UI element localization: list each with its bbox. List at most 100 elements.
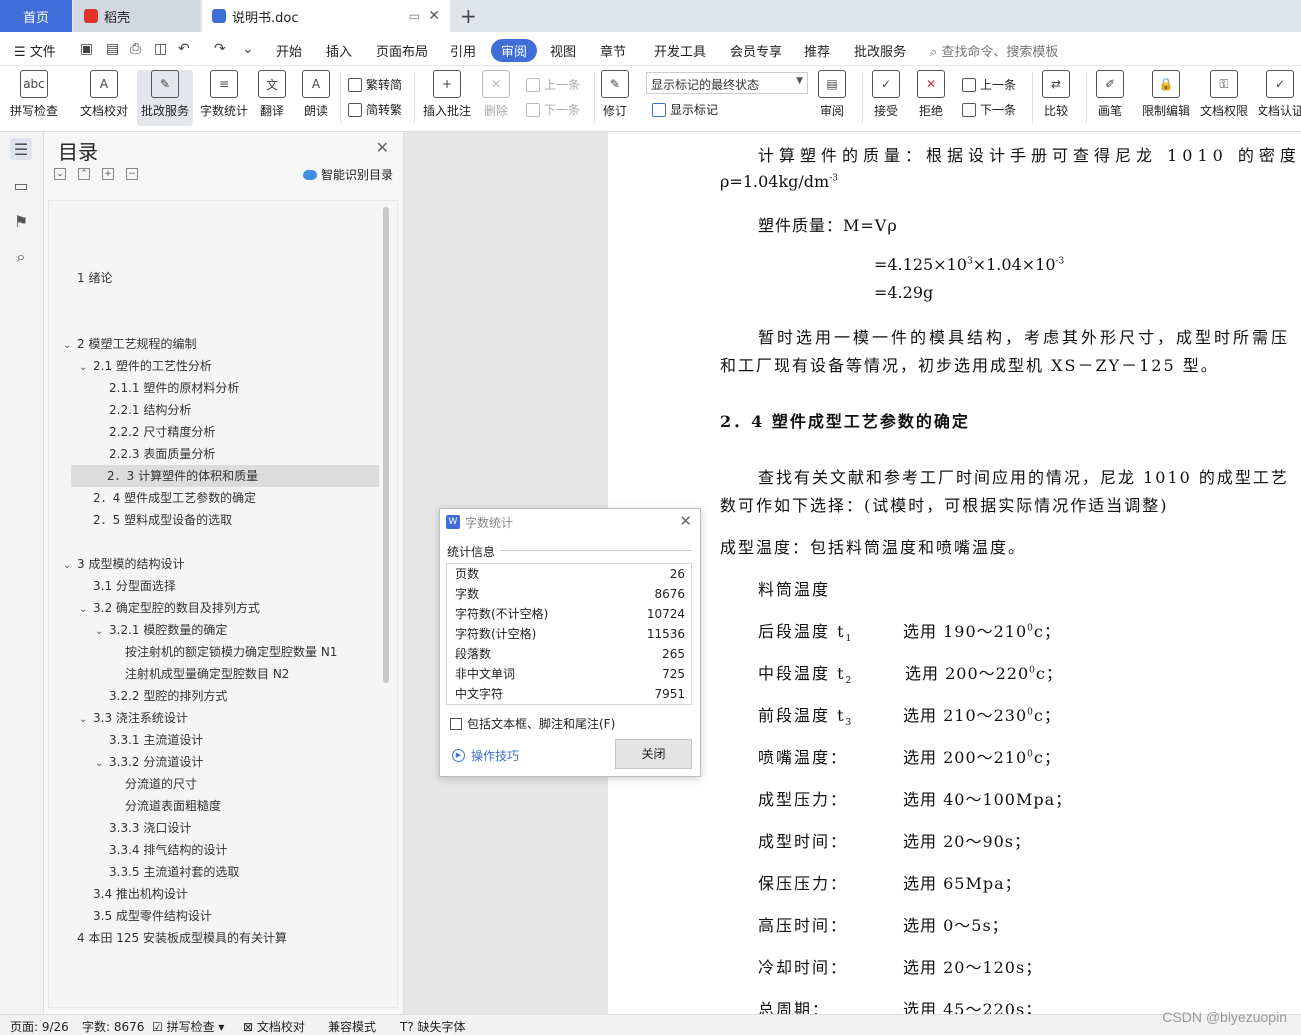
toc-item[interactable]: 1 绪论	[63, 267, 112, 289]
file-menu[interactable]: ☰ 文件	[14, 41, 56, 60]
expand-all-icon[interactable]: ⌃	[78, 168, 90, 180]
toc-item[interactable]: 2.1.1 塑件的原材料分析	[95, 377, 239, 399]
missing-font-status[interactable]: T? 缺失字体	[400, 1018, 466, 1035]
accept-button[interactable]: ✓ 接受	[872, 70, 900, 126]
toc-item[interactable]: 2．3 计算塑件的体积和质量	[71, 465, 379, 487]
word-count-button[interactable]: ≡ 字数统计	[200, 70, 248, 126]
dialog-titlebar[interactable]: W 字数统计 ✕	[440, 509, 700, 535]
undo-icon[interactable]: ↶	[178, 42, 194, 56]
trad-to-simp-button[interactable]: 繁转简	[348, 76, 402, 93]
next-comment-button[interactable]: 下一条	[526, 101, 580, 118]
simp-to-trad-button[interactable]: 简转繁	[348, 101, 402, 118]
more-chevron-icon[interactable]: ⌄	[242, 42, 258, 56]
proofread-status[interactable]: ⊠ 文档校对	[243, 1018, 305, 1035]
menu-layout[interactable]: 页面布局	[376, 41, 428, 60]
menu-developer[interactable]: 开发工具	[654, 41, 706, 60]
toc-item[interactable]: 分流道表面粗糙度	[111, 795, 221, 817]
prev-comment-button[interactable]: 上一条	[526, 76, 580, 93]
menu-references[interactable]: 引用	[450, 41, 476, 60]
toc-item[interactable]: 3.4 推出机构设计	[79, 883, 188, 905]
menu-insert[interactable]: 插入	[326, 41, 352, 60]
delete-comment-button[interactable]: ✕ 删除	[482, 70, 510, 126]
tips-link[interactable]: ▶ 操作技巧	[452, 747, 519, 764]
menu-start[interactable]: 开始	[276, 41, 302, 60]
chevron-down-icon[interactable]: ⌄	[63, 555, 77, 577]
toc-item[interactable]: ⌄ 3.3 浇注系统设计	[79, 707, 188, 729]
remove-item-icon[interactable]: −	[126, 168, 138, 180]
toc-scrollbar[interactable]	[383, 207, 389, 683]
reject-button[interactable]: ✕ 拒绝	[917, 70, 945, 126]
menu-chapter[interactable]: 章节	[600, 41, 626, 60]
restrict-editing-button[interactable]: 🔒 限制编辑	[1142, 70, 1190, 126]
menu-correction[interactable]: 批改服务	[854, 41, 906, 60]
close-button[interactable]: 关闭	[615, 739, 692, 769]
command-search[interactable]: ⌕ 查找命令、搜索模板	[930, 41, 1058, 60]
toc-item[interactable]: 分流道的尺寸	[111, 773, 197, 795]
chapter-nav-icon[interactable]: ▭	[10, 174, 32, 196]
correction-service-button[interactable]: ✎ 批改服务	[137, 70, 193, 126]
toc-item[interactable]: 2.2.2 尺寸精度分析	[95, 421, 215, 443]
tab-home[interactable]: 首页	[0, 0, 72, 32]
close-tab-icon[interactable]: ✕	[428, 8, 440, 24]
toc-item[interactable]: 3.3.4 排气结构的设计	[95, 839, 227, 861]
checkbox-box[interactable]	[450, 717, 462, 730]
chevron-down-icon[interactable]: ⌄	[79, 357, 93, 379]
export-pdf-icon[interactable]: ▤	[106, 42, 122, 56]
tab-document[interactable]: 说明书.doc ▭ ✕	[202, 0, 450, 32]
toc-item[interactable]: ⌄ 3 成型模的结构设计	[63, 553, 184, 575]
toc-item[interactable]: 2．5 塑料成型设备的选取	[79, 509, 232, 531]
document-permission-button[interactable]: ⚿ 文档权限	[1200, 70, 1248, 126]
toc-item[interactable]: ⌄ 3.3.2 分流道设计	[95, 751, 203, 773]
toc-item[interactable]: 3.5 成型零件结构设计	[79, 905, 212, 927]
translate-button[interactable]: 文翻译	[258, 70, 286, 126]
print-preview-icon[interactable]: ◫	[154, 42, 170, 56]
proofread-button[interactable]: A 文档校对	[80, 70, 128, 126]
spell-check-status[interactable]: ☑ 拼写检查 ▾	[152, 1018, 224, 1035]
toc-panel-icon[interactable]: ☰	[10, 138, 32, 160]
print-icon[interactable]: ⎙	[130, 42, 146, 56]
read-aloud-button[interactable]: A 朗读	[302, 70, 330, 126]
close-icon[interactable]: ✕	[376, 138, 389, 157]
add-item-icon[interactable]: +	[102, 168, 114, 180]
include-textbox-checkbox[interactable]: 包括文本框、脚注和尾注(F)	[450, 715, 615, 732]
page-indicator[interactable]: 页面: 9/26	[10, 1018, 69, 1035]
chevron-down-icon[interactable]: ⌄	[63, 335, 77, 357]
toc-item[interactable]: 2．4 塑件成型工艺参数的确定	[79, 487, 256, 509]
toc-item[interactable]: ⌄ 3.2 确定型腔的数目及排列方式	[79, 597, 260, 619]
next-change-button[interactable]: 下一条	[962, 101, 1016, 118]
chevron-down-icon[interactable]: ⌄	[79, 709, 93, 731]
toc-item[interactable]: 按注射机的额定锁模力确定型腔数量 N1	[111, 641, 337, 663]
toc-item[interactable]: 3.3.3 浇口设计	[95, 817, 191, 839]
word-count-indicator[interactable]: 字数: 8676	[82, 1018, 144, 1035]
redo-icon[interactable]: ↷	[214, 42, 230, 56]
chevron-down-icon[interactable]: ⌄	[95, 621, 109, 643]
toc-item[interactable]: 2.2.3 表面质量分析	[95, 443, 215, 465]
menu-view[interactable]: 视图	[550, 41, 576, 60]
toc-item[interactable]: 3.1 分型面选择	[79, 575, 176, 597]
toc-item[interactable]: 3.2.2 型腔的排列方式	[95, 685, 227, 707]
toc-item[interactable]: ⌄ 3.2.1 模腔数量的确定	[95, 619, 227, 641]
document-page[interactable]: 计算塑件的质量：根据设计手册可查得尼龙 1010 的密度 ρ=1.04kg/dm…	[608, 132, 1301, 1014]
menu-review[interactable]: 审阅	[491, 39, 538, 62]
toc-item[interactable]: 2.2.1 结构分析	[95, 399, 191, 421]
pen-button[interactable]: ✐ 画笔	[1096, 70, 1124, 126]
toc-item[interactable]: 4 本田 125 安装板成型模具的有关计算	[63, 927, 287, 949]
search-icon[interactable]: ⌕	[10, 246, 32, 268]
toc-item[interactable]: 注射机成型量确定型腔数目 N2	[111, 663, 289, 685]
toc-item[interactable]: 3.3.1 主流道设计	[95, 729, 203, 751]
document-certify-button[interactable]: ✓ 文档认证	[1259, 70, 1301, 126]
tab-daoke[interactable]: 稻壳	[74, 0, 200, 32]
new-tab-icon[interactable]: +	[460, 4, 477, 28]
spell-check-button[interactable]: abc 拼写检查	[10, 70, 58, 126]
smart-toc-button[interactable]: 智能识别目录	[302, 166, 393, 183]
window-icon[interactable]: ▭	[409, 9, 420, 23]
close-icon[interactable]: ✕	[679, 512, 692, 530]
bookmark-icon[interactable]: ⚑	[10, 210, 32, 232]
chevron-down-icon[interactable]: ⌄	[79, 599, 93, 621]
prev-change-button[interactable]: 上一条	[962, 76, 1016, 93]
insert-comment-button[interactable]: + 插入批注	[423, 70, 471, 126]
markup-state-select[interactable]: 显示标记的最终状态 ▼	[646, 72, 808, 94]
menu-recommend[interactable]: 推荐	[804, 41, 830, 60]
menu-member[interactable]: 会员专享	[730, 41, 782, 60]
track-changes-button[interactable]: ✎ 修订	[601, 70, 629, 126]
